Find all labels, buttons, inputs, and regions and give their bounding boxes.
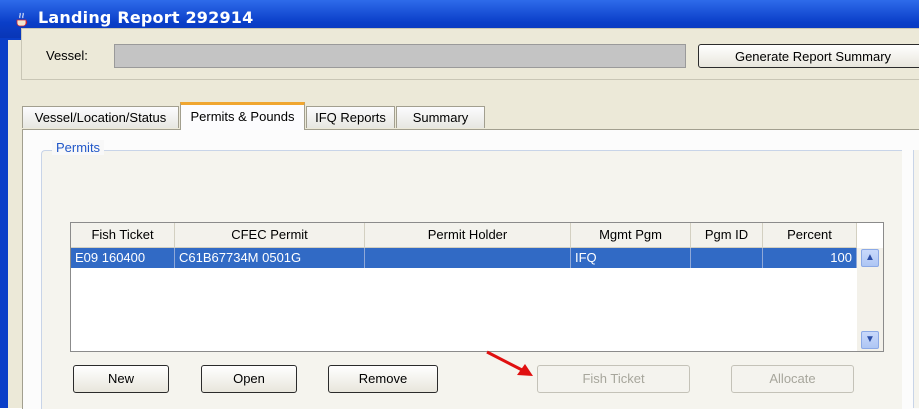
cell-percent: 100 xyxy=(763,248,857,268)
side-panel-edge xyxy=(913,150,919,408)
column-header-percent[interactable]: Percent xyxy=(763,223,857,247)
fish-ticket-button[interactable]: Fish Ticket xyxy=(537,365,690,393)
permits-table[interactable]: Fish Ticket CFEC Permit Permit Holder Mg… xyxy=(70,222,884,352)
vessel-field[interactable] xyxy=(114,44,686,68)
cell-cfec-permit: C61B67734M 0501G xyxy=(175,248,365,268)
remove-button[interactable]: Remove xyxy=(328,365,438,393)
cell-permit-holder xyxy=(365,248,571,268)
allocate-button[interactable]: Allocate xyxy=(731,365,854,393)
red-arrow-annotation xyxy=(486,350,533,376)
cell-mgmt-pgm: IFQ xyxy=(571,248,691,268)
landing-report-window: Landing Report 292914 Vessel: Generate R… xyxy=(0,0,919,409)
tab-summary[interactable]: Summary xyxy=(396,106,485,128)
permits-legend: Permits xyxy=(52,140,105,155)
tab-permits-pounds[interactable]: Permits & Pounds xyxy=(180,102,305,130)
column-header-fish-ticket[interactable]: Fish Ticket xyxy=(71,223,175,247)
open-button[interactable]: Open xyxy=(201,365,297,393)
new-button[interactable]: New xyxy=(73,365,169,393)
scroll-down-icon[interactable]: ▼ xyxy=(861,331,879,349)
generate-report-summary-button[interactable]: Generate Report Summary xyxy=(698,44,919,68)
window-title: Landing Report 292914 xyxy=(38,8,254,27)
column-header-mgmt-pgm[interactable]: Mgmt Pgm xyxy=(571,223,691,247)
vessel-label: Vessel: xyxy=(46,48,88,63)
cell-fish-ticket: E09 160400 xyxy=(71,248,175,268)
tab-ifq-reports[interactable]: IFQ Reports xyxy=(306,106,395,128)
table-row[interactable]: E09 160400 C61B67734M 0501G IFQ 100 xyxy=(71,248,857,268)
column-header-cfec-permit[interactable]: CFEC Permit xyxy=(175,223,365,247)
scroll-up-icon[interactable]: ▲ xyxy=(861,249,879,267)
table-header: Fish Ticket CFEC Permit Permit Holder Mg… xyxy=(71,223,857,248)
tab-vessel-location-status[interactable]: Vessel/Location/Status xyxy=(22,106,179,128)
column-header-pgm-id[interactable]: Pgm ID xyxy=(691,223,763,247)
vertical-scrollbar[interactable]: ▲ ▼ xyxy=(857,248,883,351)
column-header-permit-holder[interactable]: Permit Holder xyxy=(365,223,571,247)
cell-pgm-id xyxy=(691,248,763,268)
java-cup-icon xyxy=(16,12,28,27)
